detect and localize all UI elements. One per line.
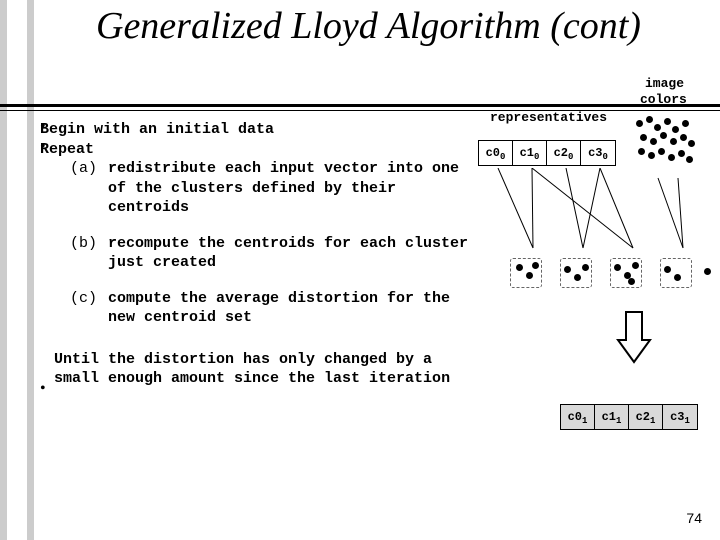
step-c: (c) compute the average distortion for t…: [70, 289, 470, 328]
centroid-row-0: c00 c10 c20 c30: [478, 140, 616, 166]
step-c-tag: (c): [70, 289, 108, 328]
label-image: image: [645, 76, 684, 91]
dot-cloud-image-colors: [632, 114, 702, 172]
step-a-text: redistribute each input vector into one …: [108, 159, 470, 218]
centroid-cell: c11: [595, 405, 629, 429]
centroid-cell: c10: [513, 141, 547, 165]
line-until: Until the distortion has only changed by…: [54, 350, 470, 389]
centroid-cell: c20: [547, 141, 581, 165]
line-begin: Begin with an initial data: [40, 120, 470, 140]
left-decor-band: [0, 0, 34, 540]
step-b-tag: (b): [70, 234, 108, 273]
page-number: 74: [686, 510, 702, 526]
step-b-text: recompute the centroids for each cluster…: [108, 234, 470, 273]
down-arrow-icon: [616, 310, 652, 364]
rule-thick: [0, 104, 720, 107]
centroid-cell: c00: [479, 141, 513, 165]
rule-thin: [0, 110, 720, 111]
algorithm-text: Begin with an initial data Repeat (a) re…: [40, 120, 470, 389]
centroid-cell: c21: [629, 405, 663, 429]
step-a-tag: (a): [70, 159, 108, 218]
slide-title: Generalized Lloyd Algorithm (cont): [96, 6, 641, 48]
centroid-cell: c01: [561, 405, 595, 429]
centroid-cell: c31: [663, 405, 697, 429]
line-repeat: Repeat: [40, 140, 470, 160]
centroid-row-1: c01 c11 c21 c31: [560, 404, 698, 430]
step-c-text: compute the average distortion for the n…: [108, 289, 470, 328]
centroid-cell: c30: [581, 141, 615, 165]
label-representatives: representatives: [490, 110, 607, 125]
label-colors: colors: [640, 92, 687, 107]
step-b: (b) recompute the centroids for each clu…: [70, 234, 470, 273]
cluster-row: [510, 256, 720, 296]
fanout-arrows-icon: [478, 168, 708, 258]
step-a: (a) redistribute each input vector into …: [70, 159, 470, 218]
slide: Generalized Lloyd Algorithm (cont) repre…: [0, 0, 720, 540]
